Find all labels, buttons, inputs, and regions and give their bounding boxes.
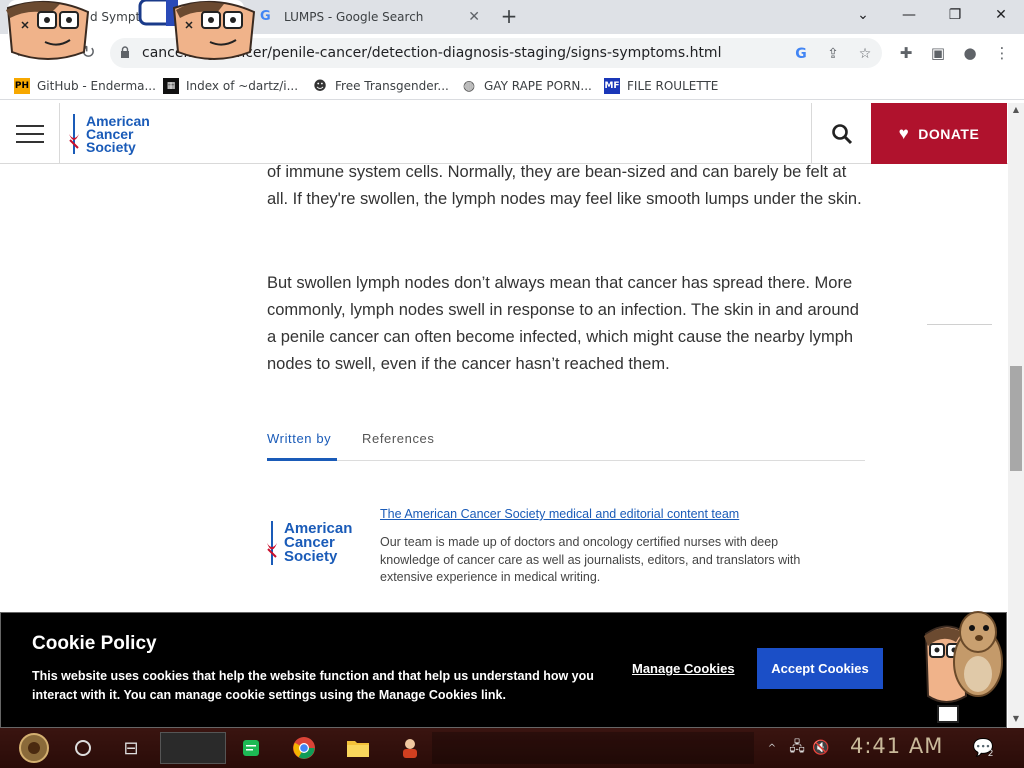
author-description: Our team is made up of doctors and oncol… (380, 535, 801, 584)
bookmark-label: FILE ROULETTE (627, 79, 719, 93)
logo-text: American Cancer Society (86, 112, 150, 155)
scroll-down-arrow[interactable]: ▼ (1008, 712, 1024, 726)
notification-count: 2 (987, 749, 994, 759)
mask-favicon-icon: ☻ (313, 78, 327, 94)
donate-button[interactable]: ♥ DONATE (871, 103, 1007, 164)
divider (927, 324, 992, 325)
cookie-banner: Cookie Policy This website uses cookies … (0, 612, 1007, 728)
page-scrollbar[interactable]: ▲ ▼ (1008, 103, 1024, 728)
profile-icon[interactable]: ● (960, 43, 980, 63)
tab-title: LUMPS - Google Search (284, 10, 424, 24)
bookmarks-bar: PH GitHub - Enderma... ▦ Index of ~dartz… (0, 72, 1024, 100)
task-view-button[interactable]: ⊟ (114, 732, 148, 764)
cookie-title: Cookie Policy (32, 633, 157, 654)
search-icon (832, 124, 853, 145)
manage-cookies-link[interactable]: Manage Cookies (632, 661, 735, 676)
tab-search-button[interactable]: ⌄ (840, 0, 886, 30)
author-logo: American Cancer Society (266, 519, 352, 567)
site-logo[interactable]: American Cancer Society (68, 112, 150, 156)
taskbar-search-box[interactable] (160, 732, 226, 764)
running-app-slot[interactable] (432, 732, 754, 764)
active-tab-indicator (267, 458, 337, 461)
star-icon[interactable]: ☆ (856, 45, 874, 63)
sword-logo-icon (267, 521, 277, 565)
bookmark-label: GitHub - Enderma... (37, 79, 156, 93)
taskbar: ⊟ ^ 🖧 🔇 4:41 AM 💬 2 (0, 728, 1024, 768)
heart-icon: ♥ (898, 123, 910, 143)
bookmark-globe[interactable]: ◍ GAY RAPE PORN... (461, 77, 592, 95)
cartoon-mascot-sticker (924, 611, 1003, 723)
mf-favicon-icon: MF (604, 78, 620, 94)
side-panel-icon[interactable]: ▣ (928, 43, 948, 63)
start-button[interactable] (10, 732, 58, 764)
browser-toolbar: ← → ↻ cancer.org/cancer/penile-cancer/de… (0, 34, 1024, 72)
bookmark-file-roulette[interactable]: MF FILE ROULETTE (604, 77, 718, 95)
cortana-button[interactable] (66, 732, 100, 764)
notes-app-icon[interactable] (236, 732, 266, 764)
tab-references[interactable]: References (362, 431, 434, 446)
logo-text: American Cancer Society (284, 520, 353, 565)
author-link[interactable]: The American Cancer Society medical and … (380, 507, 739, 521)
chrome-icon[interactable] (288, 732, 320, 764)
qr-favicon-icon: ▦ (163, 78, 179, 94)
scroll-up-arrow[interactable]: ▲ (1008, 103, 1024, 117)
ph-favicon-icon: PH (14, 78, 30, 94)
user-app-icon[interactable] (394, 732, 426, 764)
google-favicon-icon: G (260, 9, 271, 24)
menu-button[interactable] (0, 103, 60, 164)
article-paragraph: of immune system cells. Normally, they a… (267, 163, 862, 208)
cartoon-face-sticker (6, 0, 90, 60)
show-hidden-icons[interactable]: ^ (764, 732, 780, 764)
minimize-button[interactable]: — (886, 0, 932, 30)
close-window-button[interactable]: ✕ (978, 0, 1024, 30)
tab-lumps-search[interactable]: G LUMPS - Google Search ✕ (250, 0, 490, 34)
bookmark-label: Index of ~dartz/i... (186, 79, 299, 93)
restore-button[interactable]: ❐ (932, 0, 978, 30)
share-icon[interactable]: ⇪ (824, 45, 842, 63)
volume-muted-icon[interactable]: 🔇 (810, 732, 832, 764)
sword-logo-icon (69, 114, 79, 154)
circle-icon (75, 740, 91, 756)
bookmark-github[interactable]: PH GitHub - Enderma... (14, 77, 156, 95)
author-block: American Cancer Society The American Can… (266, 505, 866, 595)
clock[interactable]: 4:41 AM (850, 734, 943, 758)
site-header: American Cancer Society ♥ DONATE (0, 103, 1008, 164)
google-lens-icon[interactable]: G (792, 45, 810, 63)
article-paragraph: But swollen lymph nodes don’t always mea… (267, 274, 859, 373)
cartoon-face-sticker (172, 0, 256, 60)
gear-start-icon (19, 733, 49, 763)
lock-icon (121, 46, 129, 58)
cookie-text: This website uses cookies that help the … (32, 669, 594, 702)
file-explorer-icon[interactable] (342, 732, 374, 764)
donate-label: DONATE (918, 125, 980, 142)
content-tabs: Written by References (267, 428, 865, 461)
scroll-thumb[interactable] (1010, 366, 1022, 471)
bookmark-free[interactable]: ☻ Free Transgender... (312, 77, 449, 95)
bookmark-label: GAY RAPE PORN... (484, 79, 592, 93)
more-menu-icon[interactable]: ⋮ (992, 43, 1012, 63)
globe-favicon-icon: ◍ (462, 78, 476, 94)
bookmark-index[interactable]: ▦ Index of ~dartz/i... (163, 77, 298, 95)
extensions-icon[interactable]: ✚ (896, 43, 916, 63)
network-icon[interactable]: 🖧 (786, 732, 808, 764)
accept-cookies-button[interactable]: Accept Cookies (757, 648, 883, 689)
tab-written-by[interactable]: Written by (267, 431, 331, 446)
close-icon[interactable]: ✕ (468, 9, 480, 25)
search-button[interactable] (811, 103, 871, 164)
bookmark-label: Free Transgender... (335, 79, 449, 93)
notifications-icon[interactable]: 💬 2 (968, 732, 998, 764)
new-tab-button[interactable]: + (498, 6, 520, 28)
